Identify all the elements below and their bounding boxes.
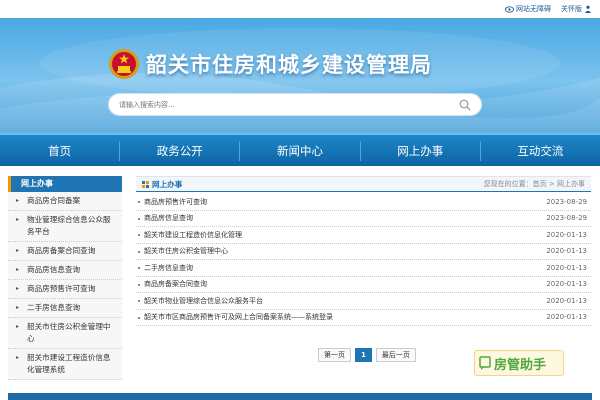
housing-assistant-badge[interactable]: 房管助手 — [474, 350, 564, 376]
list-item-date: 2023-08-29 — [546, 197, 587, 206]
list-item-title[interactable]: 二手房信息查询 — [144, 263, 193, 273]
pagination: 第一页 1 最后一页 — [318, 348, 416, 362]
list-item[interactable]: 韶关市市区商品房预售许可及网上合同备案系统——系统登录 2020-01-13 — [136, 310, 591, 326]
search-box — [108, 93, 482, 116]
content-panel: 网上办事 您现在的位置：首页 > 网上办事 商品房预售许可查询 2023-08-2… — [136, 176, 591, 326]
list-item[interactable]: 商品房备案合同查询 2020-01-13 — [136, 277, 591, 293]
content-title: 网上办事 — [152, 179, 183, 189]
breadcrumb: 您现在的位置：首页 > 网上办事 — [483, 180, 585, 188]
sidebar-title: 网上办事 — [8, 176, 122, 192]
accessibility-label: 网站无障碍 — [516, 5, 551, 13]
article-list: 商品房预售许可查询 2023-08-29 商品房信息查询 2023-08-29 韶关… — [136, 194, 591, 326]
list-item-title[interactable]: 商品房备案合同查询 — [144, 279, 207, 289]
person-icon — [585, 5, 591, 13]
sidebar-item-contract-query[interactable]: 商品房备案合同查询 — [8, 242, 122, 261]
list-item-date: 2020-01-13 — [546, 263, 587, 272]
list-item[interactable]: 商品房预售许可查询 2023-08-29 — [136, 194, 591, 211]
site-logo[interactable]: 韶关市住房和城乡建设管理局 — [108, 48, 432, 80]
top-utility-bar: 网站无障碍 关怀版 — [0, 0, 600, 18]
nav-government-affairs[interactable]: 政务公开 — [120, 143, 239, 159]
first-page-button[interactable]: 第一页 — [318, 348, 351, 362]
sidebar-item-housing-fund[interactable]: 韶关市住房公积金管理中心 — [8, 318, 122, 349]
main-nav: 首页 政务公开 新闻中心 网上办事 互动交流 — [0, 133, 600, 166]
content-title-wrap: 网上办事 — [136, 179, 182, 190]
list-item-date: 2020-01-13 — [546, 230, 587, 239]
nav-home[interactable]: 首页 — [0, 143, 119, 159]
list-item-title[interactable]: 韶关市住房公积金管理中心 — [144, 246, 228, 256]
chat-bubble-icon — [479, 356, 491, 370]
elder-mode-label: 关怀版 — [561, 5, 582, 13]
eye-icon — [505, 5, 514, 13]
list-item-date: 2020-01-13 — [546, 280, 587, 289]
search-icon[interactable] — [459, 99, 471, 111]
badge-label: 房管助手 — [494, 357, 547, 373]
list-item-title[interactable]: 商品房预售许可查询 — [144, 197, 207, 207]
list-item-title[interactable]: 韶关市建设工程造价信息化管理 — [144, 230, 242, 240]
nav-news[interactable]: 新闻中心 — [240, 143, 359, 159]
nav-interaction[interactable]: 互动交流 — [481, 143, 600, 159]
list-icon — [142, 180, 149, 188]
list-item[interactable]: 商品房信息查询 2023-08-29 — [136, 211, 591, 227]
sidebar-item-housing-info[interactable]: 商品房信息查询 — [8, 261, 122, 280]
national-emblem-icon — [109, 49, 139, 79]
current-page-button[interactable]: 1 — [355, 348, 372, 362]
sidebar: 网上办事 商品房合同备案 物业管理综合信息公众服务平台 商品房备案合同查询 商品… — [8, 176, 122, 380]
sidebar-item-presale-permit[interactable]: 商品房预售许可查询 — [8, 280, 122, 299]
list-item-title[interactable]: 韶关市市区商品房预售许可及网上合同备案系统——系统登录 — [144, 312, 333, 322]
list-item[interactable]: 二手房信息查询 2020-01-13 — [136, 260, 591, 277]
footer-bar — [8, 393, 592, 400]
site-title: 韶关市住房和城乡建设管理局 — [146, 53, 432, 77]
sidebar-item-property-platform[interactable]: 物业管理综合信息公众服务平台 — [8, 211, 122, 242]
search-input[interactable] — [119, 100, 459, 109]
elder-mode-link[interactable]: 关怀版 — [561, 4, 592, 14]
sidebar-item-contract-filing[interactable]: 商品房合同备案 — [8, 192, 122, 211]
sidebar-item-secondhand[interactable]: 二手房信息查询 — [8, 299, 122, 318]
list-item-title[interactable]: 韶关市物业管理综合信息公众服务平台 — [144, 296, 263, 306]
list-item[interactable]: 韶关市物业管理综合信息公众服务平台 2020-01-13 — [136, 293, 591, 310]
list-item[interactable]: 韶关市住房公积金管理中心 2020-01-13 — [136, 244, 591, 260]
accessibility-link[interactable]: 网站无障碍 — [505, 4, 551, 14]
content-header: 网上办事 您现在的位置：首页 > 网上办事 — [136, 176, 591, 192]
nav-online-services[interactable]: 网上办事 — [361, 143, 480, 159]
list-item[interactable]: 韶关市建设工程造价信息化管理 2020-01-13 — [136, 227, 591, 244]
last-page-button[interactable]: 最后一页 — [375, 348, 416, 362]
list-item-date: 2023-08-29 — [546, 214, 587, 223]
list-item-date: 2020-01-13 — [546, 247, 587, 256]
list-item-date: 2020-01-13 — [546, 296, 587, 305]
list-item-date: 2020-01-13 — [546, 313, 587, 322]
list-item-title[interactable]: 商品房信息查询 — [144, 213, 193, 223]
sidebar-item-cost-system[interactable]: 韶关市建设工程造价信息化管理系统 — [8, 349, 122, 380]
